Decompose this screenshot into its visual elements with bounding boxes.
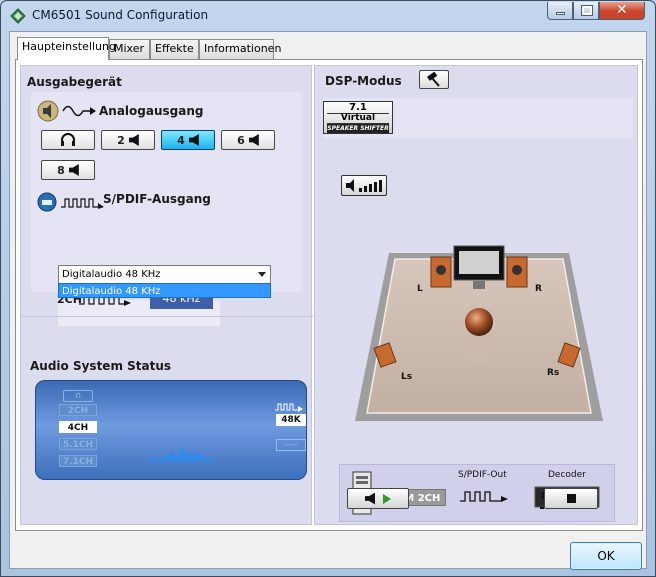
headphone-icon	[61, 133, 75, 146]
headphone-button[interactable]	[41, 130, 95, 150]
spdif-output-label: S/PDIF-Ausgang	[103, 192, 211, 206]
maximize-button[interactable]	[573, 2, 599, 20]
main-window: CM6501 Sound Configuration ✕ Haupteinste…	[0, 0, 656, 577]
output-device-heading: Ausgabegerät	[27, 75, 122, 89]
digital-wave-status-icon	[275, 403, 303, 412]
virtual-71-button[interactable]: 7.1 Virtual SPEAKER SHIFTER	[323, 101, 393, 134]
front-right-speaker-icon	[506, 256, 528, 288]
status-51ch: 5.1CH	[59, 438, 97, 450]
left-pane: Ausgabegerät Analogausgang 2 4 6 8 S/PDI…	[20, 65, 313, 525]
dropdown-arrow-icon	[258, 272, 266, 277]
channel-4-button[interactable]: 4	[161, 130, 215, 150]
stop-button[interactable]	[544, 488, 598, 509]
status-2ch: 2CH	[59, 404, 97, 416]
speaker-icon	[365, 492, 375, 505]
speaker-icon	[68, 164, 79, 176]
decoder-label: Decoder	[548, 470, 586, 480]
channel-8-label: 8	[57, 163, 65, 177]
dsp-settings-button[interactable]	[419, 70, 449, 89]
tab-label: Haupteinstellung	[22, 40, 116, 53]
virtual-badge-line1: 7.1	[349, 102, 367, 113]
play-button[interactable]	[347, 488, 409, 509]
window-title: CM6501 Sound Configuration	[32, 8, 209, 22]
ok-button[interactable]: OK	[570, 542, 642, 570]
option-label: Digitalaudio 48 KHz	[62, 286, 161, 297]
speaker-icon	[188, 134, 199, 146]
speaker-label-l: L	[417, 284, 423, 294]
speaker-icon	[248, 134, 259, 146]
channel-8-button[interactable]: 8	[41, 160, 95, 180]
headphone-status-icon: ∩	[63, 390, 93, 402]
dropdown-option[interactable]: Digitalaudio 48 KHz	[58, 283, 271, 298]
channel-2-label: 2	[117, 133, 125, 147]
tab-label: Informationen	[204, 42, 282, 55]
spdif-format-select[interactable]: Digitalaudio 48 KHz	[58, 265, 271, 284]
audio-status-heading: Audio System Status	[30, 359, 172, 373]
status-rate-placeholder: ----	[276, 439, 306, 451]
listener-icon	[465, 308, 493, 336]
signal-wave-icon	[460, 491, 508, 502]
tab-label: Effekte	[155, 42, 194, 55]
status-4ch: 4CH	[59, 421, 97, 433]
spdif-icon	[37, 192, 57, 212]
speaker-label-r: R	[535, 284, 542, 294]
maximize-icon	[581, 5, 593, 16]
channel-6-button[interactable]: 6	[221, 130, 275, 150]
stop-icon	[566, 494, 576, 503]
audio-status-panel: ∩ 2CH 4CH 5.1CH 7.1CH 48K ----	[35, 380, 307, 480]
virtual-badge-line3: SPEAKER SHIFTER	[327, 124, 389, 133]
speaker-label-rs: Rs	[547, 368, 559, 378]
status-71ch: 7.1CH	[59, 455, 97, 467]
minimize-icon	[556, 12, 565, 15]
front-left-speaker-icon	[430, 256, 452, 288]
level-meter-icon	[150, 449, 214, 461]
divider	[21, 316, 313, 326]
channel-2-button[interactable]: 2	[101, 130, 155, 150]
volume-button[interactable]	[341, 175, 387, 196]
close-button[interactable]: ✕	[599, 2, 645, 20]
hammer-icon	[427, 71, 440, 87]
title-bar[interactable]: CM6501 Sound Configuration ✕	[1, 1, 655, 31]
tab-label: Mixer	[114, 42, 145, 55]
select-value: Digitalaudio 48 KHz	[62, 269, 161, 280]
spdif-out-label: S/PDIF-Out	[458, 470, 507, 480]
channel-4-label: 4	[177, 133, 185, 147]
speaker-label-ls: Ls	[401, 372, 412, 382]
digital-wave-icon	[61, 198, 104, 209]
volume-icon	[346, 179, 382, 192]
virtual-badge-line2: Virtual	[327, 113, 389, 124]
play-icon	[383, 493, 391, 504]
status-rate: 48K	[276, 414, 306, 426]
tab-panel: Ausgabegerät Analogausgang 2 4 6 8 S/PDI…	[15, 59, 643, 531]
client-area: Haupteinstellung Mixer Effekte Informati…	[9, 31, 647, 570]
tab-informationen[interactable]: Informationen	[199, 39, 281, 59]
speaker-room-visualization: L R Ls Rs	[355, 245, 603, 421]
app-icon	[10, 8, 26, 24]
analog-output-label: Analogausgang	[99, 104, 204, 118]
minimize-button[interactable]	[547, 2, 573, 20]
tab-effekte[interactable]: Effekte	[150, 39, 199, 59]
analog-speaker-icon	[37, 100, 59, 122]
tab-haupteinstellung[interactable]: Haupteinstellung	[17, 37, 116, 60]
speaker-icon	[128, 134, 139, 146]
right-pane: DSP-Modus 7.1 Virtual SPEAKER SHIFTER L …	[314, 65, 638, 525]
close-icon: ✕	[616, 2, 628, 18]
dsp-mode-heading: DSP-Modus	[325, 74, 402, 88]
analog-wave-icon	[62, 105, 96, 117]
channel-6-label: 6	[237, 133, 245, 147]
